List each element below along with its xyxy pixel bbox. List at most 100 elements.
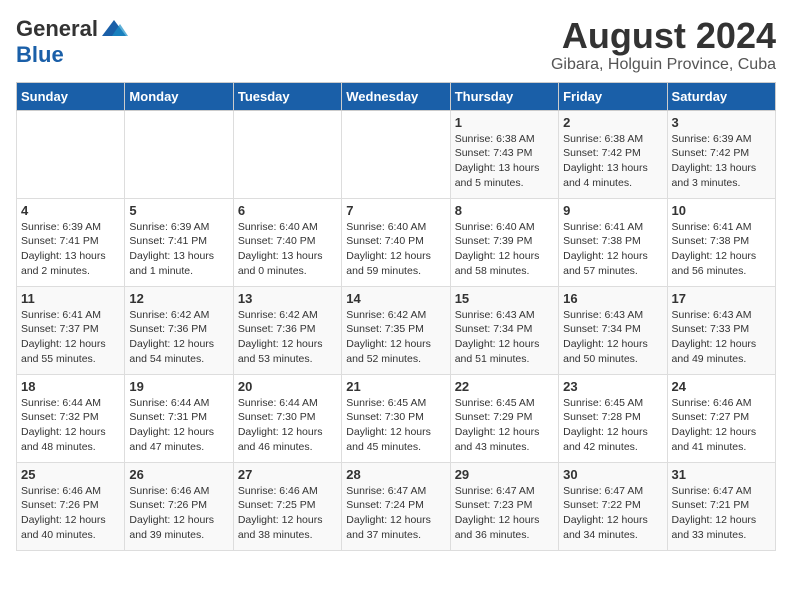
cell-daylight-info: Sunrise: 6:40 AM Sunset: 7:39 PM Dayligh… xyxy=(455,220,554,279)
calendar-cell: 11Sunrise: 6:41 AM Sunset: 7:37 PM Dayli… xyxy=(17,286,125,374)
calendar-cell: 17Sunrise: 6:43 AM Sunset: 7:33 PM Dayli… xyxy=(667,286,775,374)
calendar-cell xyxy=(17,110,125,198)
date-number: 1 xyxy=(455,115,554,130)
date-number: 31 xyxy=(672,467,771,482)
calendar-cell: 24 Sunrise: 6:46 AM Sunset: 7:27 PM Dayli… xyxy=(667,374,775,462)
logo: General Blue xyxy=(16,16,128,68)
cell-daylight-info: Sunrise: 6:47 AM Sunset: 7:24 PM Dayligh… xyxy=(346,484,445,543)
calendar-cell: 23 Sunrise: 6:45 AM Sunset: 7:28 PM Dayli… xyxy=(559,374,667,462)
calendar-header-row: SundayMondayTuesdayWednesdayThursdayFrid… xyxy=(17,82,776,110)
calendar-table: SundayMondayTuesdayWednesdayThursdayFrid… xyxy=(16,82,776,551)
calendar-cell: 26 Sunrise: 6:46 AM Sunset: 7:26 PM Dayli… xyxy=(125,462,233,550)
date-number: 30 xyxy=(563,467,662,482)
calendar-body: 1 Sunrise: 6:38 AM Sunset: 7:43 PM Daylig… xyxy=(17,110,776,550)
date-number: 7 xyxy=(346,203,445,218)
cell-daylight-info: Sunrise: 6:39 AM Sunset: 7:42 PM Dayligh… xyxy=(672,132,771,191)
date-number: 22 xyxy=(455,379,554,394)
cell-daylight-info: Sunrise: 6:45 AM Sunset: 7:30 PM Dayligh… xyxy=(346,396,445,455)
date-number: 3 xyxy=(672,115,771,130)
calendar-cell: 18 Sunrise: 6:44 AM Sunset: 7:32 PM Dayli… xyxy=(17,374,125,462)
cell-daylight-info: Sunrise: 6:43 AM Sunset: 7:34 PM Dayligh… xyxy=(455,308,554,367)
calendar-week-row: 4 Sunrise: 6:39 AM Sunset: 7:41 PM Daylig… xyxy=(17,198,776,286)
cell-daylight-info: Sunrise: 6:47 AM Sunset: 7:23 PM Dayligh… xyxy=(455,484,554,543)
cell-daylight-info: Sunrise: 6:42 AM Sunset: 7:36 PM Dayligh… xyxy=(238,308,337,367)
date-number: 6 xyxy=(238,203,337,218)
cell-daylight-info: Sunrise: 6:45 AM Sunset: 7:28 PM Dayligh… xyxy=(563,396,662,455)
date-number: 13 xyxy=(238,291,337,306)
cell-daylight-info: Sunrise: 6:46 AM Sunset: 7:25 PM Dayligh… xyxy=(238,484,337,543)
calendar-cell: 30 Sunrise: 6:47 AM Sunset: 7:22 PM Dayli… xyxy=(559,462,667,550)
calendar-cell: 20 Sunrise: 6:44 AM Sunset: 7:30 PM Dayli… xyxy=(233,374,341,462)
date-number: 29 xyxy=(455,467,554,482)
calendar-cell: 19Sunrise: 6:44 AM Sunset: 7:31 PM Dayli… xyxy=(125,374,233,462)
cell-daylight-info: Sunrise: 6:46 AM Sunset: 7:26 PM Dayligh… xyxy=(21,484,120,543)
cell-daylight-info: Sunrise: 6:45 AM Sunset: 7:29 PM Dayligh… xyxy=(455,396,554,455)
cell-daylight-info: Sunrise: 6:41 AM Sunset: 7:38 PM Dayligh… xyxy=(672,220,771,279)
logo-blue-text: Blue xyxy=(16,42,64,68)
date-number: 18 xyxy=(21,379,120,394)
calendar-cell: 5Sunrise: 6:39 AM Sunset: 7:41 PM Daylig… xyxy=(125,198,233,286)
date-number: 2 xyxy=(563,115,662,130)
calendar-cell: 25 Sunrise: 6:46 AM Sunset: 7:26 PM Dayli… xyxy=(17,462,125,550)
calendar-cell: 10 Sunrise: 6:41 AM Sunset: 7:38 PM Dayli… xyxy=(667,198,775,286)
date-number: 26 xyxy=(129,467,228,482)
cell-daylight-info: Sunrise: 6:42 AM Sunset: 7:35 PM Dayligh… xyxy=(346,308,445,367)
date-number: 11 xyxy=(21,291,120,306)
cell-daylight-info: Sunrise: 6:40 AM Sunset: 7:40 PM Dayligh… xyxy=(238,220,337,279)
cell-daylight-info: Sunrise: 6:44 AM Sunset: 7:32 PM Dayligh… xyxy=(21,396,120,455)
calendar-week-row: 18 Sunrise: 6:44 AM Sunset: 7:32 PM Dayli… xyxy=(17,374,776,462)
calendar-cell: 9 Sunrise: 6:41 AM Sunset: 7:38 PM Daylig… xyxy=(559,198,667,286)
calendar-cell xyxy=(125,110,233,198)
date-number: 14 xyxy=(346,291,445,306)
calendar-cell: 4Sunrise: 6:39 AM Sunset: 7:41 PM Daylig… xyxy=(17,198,125,286)
calendar-cell: 16 Sunrise: 6:43 AM Sunset: 7:34 PM Dayli… xyxy=(559,286,667,374)
date-number: 24 xyxy=(672,379,771,394)
weekday-header: Saturday xyxy=(667,82,775,110)
calendar-cell: 1 Sunrise: 6:38 AM Sunset: 7:43 PM Daylig… xyxy=(450,110,558,198)
weekday-header: Sunday xyxy=(17,82,125,110)
calendar-cell xyxy=(233,110,341,198)
calendar-cell: 12Sunrise: 6:42 AM Sunset: 7:36 PM Dayli… xyxy=(125,286,233,374)
cell-daylight-info: Sunrise: 6:43 AM Sunset: 7:34 PM Dayligh… xyxy=(563,308,662,367)
calendar-cell: 21 Sunrise: 6:45 AM Sunset: 7:30 PM Dayli… xyxy=(342,374,450,462)
calendar-week-row: 25 Sunrise: 6:46 AM Sunset: 7:26 PM Dayli… xyxy=(17,462,776,550)
date-number: 28 xyxy=(346,467,445,482)
calendar-cell: 7Sunrise: 6:40 AM Sunset: 7:40 PM Daylig… xyxy=(342,198,450,286)
calendar-cell: 2 Sunrise: 6:38 AM Sunset: 7:42 PM Daylig… xyxy=(559,110,667,198)
date-number: 23 xyxy=(563,379,662,394)
cell-daylight-info: Sunrise: 6:44 AM Sunset: 7:30 PM Dayligh… xyxy=(238,396,337,455)
cell-daylight-info: Sunrise: 6:38 AM Sunset: 7:43 PM Dayligh… xyxy=(455,132,554,191)
cell-daylight-info: Sunrise: 6:47 AM Sunset: 7:22 PM Dayligh… xyxy=(563,484,662,543)
date-number: 25 xyxy=(21,467,120,482)
calendar-cell xyxy=(342,110,450,198)
date-number: 4 xyxy=(21,203,120,218)
date-number: 17 xyxy=(672,291,771,306)
date-number: 10 xyxy=(672,203,771,218)
calendar-cell: 8Sunrise: 6:40 AM Sunset: 7:39 PM Daylig… xyxy=(450,198,558,286)
calendar-week-row: 1 Sunrise: 6:38 AM Sunset: 7:43 PM Daylig… xyxy=(17,110,776,198)
title-block: August 2024 Gibara, Holguin Province, Cu… xyxy=(551,16,776,74)
date-number: 16 xyxy=(563,291,662,306)
date-number: 27 xyxy=(238,467,337,482)
cell-daylight-info: Sunrise: 6:41 AM Sunset: 7:38 PM Dayligh… xyxy=(563,220,662,279)
date-number: 9 xyxy=(563,203,662,218)
weekday-header: Tuesday xyxy=(233,82,341,110)
date-number: 12 xyxy=(129,291,228,306)
calendar-cell: 6 Sunrise: 6:40 AM Sunset: 7:40 PM Daylig… xyxy=(233,198,341,286)
calendar-cell: 28 Sunrise: 6:47 AM Sunset: 7:24 PM Dayli… xyxy=(342,462,450,550)
cell-daylight-info: Sunrise: 6:46 AM Sunset: 7:27 PM Dayligh… xyxy=(672,396,771,455)
cell-daylight-info: Sunrise: 6:47 AM Sunset: 7:21 PM Dayligh… xyxy=(672,484,771,543)
calendar-cell: 14 Sunrise: 6:42 AM Sunset: 7:35 PM Dayli… xyxy=(342,286,450,374)
date-number: 20 xyxy=(238,379,337,394)
cell-daylight-info: Sunrise: 6:39 AM Sunset: 7:41 PM Dayligh… xyxy=(129,220,228,279)
weekday-header: Thursday xyxy=(450,82,558,110)
weekday-header: Friday xyxy=(559,82,667,110)
date-number: 15 xyxy=(455,291,554,306)
calendar-cell: 31 Sunrise: 6:47 AM Sunset: 7:21 PM Dayli… xyxy=(667,462,775,550)
cell-daylight-info: Sunrise: 6:38 AM Sunset: 7:42 PM Dayligh… xyxy=(563,132,662,191)
page-header: General Blue August 2024 Gibara, Holguin… xyxy=(16,16,776,74)
cell-daylight-info: Sunrise: 6:46 AM Sunset: 7:26 PM Dayligh… xyxy=(129,484,228,543)
calendar-cell: 29 Sunrise: 6:47 AM Sunset: 7:23 PM Dayli… xyxy=(450,462,558,550)
calendar-cell: 3 Sunrise: 6:39 AM Sunset: 7:42 PM Daylig… xyxy=(667,110,775,198)
date-number: 21 xyxy=(346,379,445,394)
